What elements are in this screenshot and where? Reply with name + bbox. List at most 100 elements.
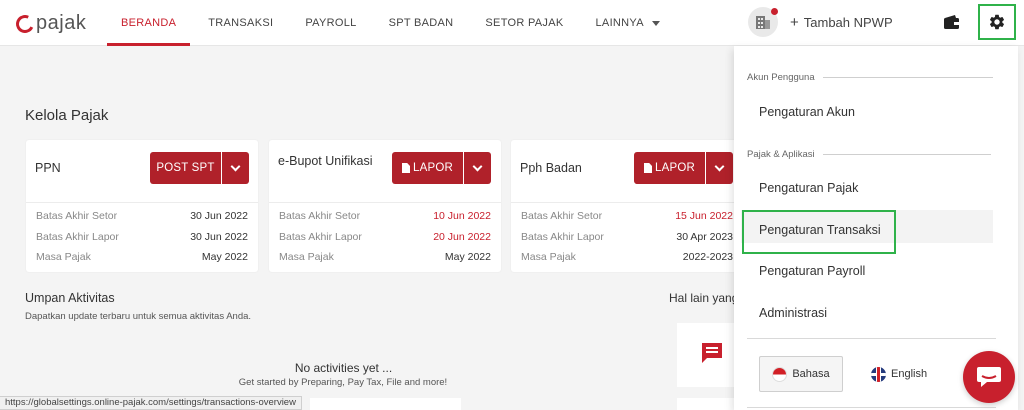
other-card[interactable] xyxy=(677,323,737,387)
group-label: Pajak & Aplikasi xyxy=(747,149,815,160)
nav-item-lainnya[interactable]: LAINNYA xyxy=(580,0,676,46)
chat-bubble-icon xyxy=(977,367,1001,387)
company-switcher[interactable] xyxy=(748,7,778,37)
lapor-button-group: LAPOR xyxy=(392,152,491,184)
settings-button[interactable] xyxy=(978,4,1016,40)
card-placeholder xyxy=(677,398,737,410)
card-row: Batas Akhir Setor 30 Jun 2022 xyxy=(36,210,248,222)
tax-card-title: PPN xyxy=(35,161,61,175)
lapor-dropdown-button[interactable] xyxy=(706,152,733,184)
post-spt-button-group: POST SPT xyxy=(150,152,249,184)
nav-item-payroll[interactable]: PAYROLL xyxy=(289,0,372,46)
menu-item-pengaturan-akun[interactable]: Pengaturan Akun xyxy=(759,105,855,119)
uk-flag-icon xyxy=(871,366,886,382)
add-npwp-button[interactable]: + Tambah NPWP xyxy=(790,14,893,31)
tax-card-title: Pph Badan xyxy=(520,161,582,175)
empty-state-subtitle: Get started by Preparing, Pay Tax, File … xyxy=(238,377,448,388)
row-value: 30 Jun 2022 xyxy=(190,231,248,243)
notification-dot xyxy=(771,8,778,15)
building-icon xyxy=(756,16,770,29)
other-things-title: Hal lain yang xyxy=(669,291,735,305)
menu-group-pajak: Pajak & Aplikasi xyxy=(747,149,991,160)
row-value: May 2022 xyxy=(444,251,491,263)
nav-item-spt-badan[interactable]: SPT BADAN xyxy=(373,0,470,46)
activity-feed-subtitle: Dapatkan update terbaru untuk semua akti… xyxy=(25,311,252,322)
row-label: Batas Akhir Lapor xyxy=(36,231,119,243)
row-value: 15 Jun 2022 xyxy=(675,210,733,222)
chevron-down-icon xyxy=(472,161,483,171)
divider xyxy=(747,407,996,408)
card-row: Batas Akhir Lapor 20 Jun 2022 xyxy=(279,231,491,243)
card-row: Masa Pajak May 2022 xyxy=(36,251,248,263)
chevron-down-icon xyxy=(714,161,725,171)
chevron-down-icon xyxy=(230,161,241,171)
row-label: Masa Pajak xyxy=(36,251,91,263)
language-english-label: English xyxy=(891,368,928,380)
browser-status-url: https://globalsettings.online-pajak.com/… xyxy=(0,396,302,410)
divider xyxy=(511,202,743,203)
language-bahasa-label: Bahasa xyxy=(792,368,830,380)
message-icon xyxy=(702,343,722,363)
group-divider xyxy=(822,77,993,78)
menu-item-pengaturan-payroll[interactable]: Pengaturan Payroll xyxy=(759,264,865,278)
row-value: 30 Jun 2022 xyxy=(190,210,248,222)
main-nav: BERANDA TRANSAKSI PAYROLL SPT BADAN SETO… xyxy=(105,0,676,46)
card-row: Batas Akhir Setor 10 Jun 2022 xyxy=(279,210,491,222)
row-label: Batas Akhir Setor xyxy=(521,210,603,222)
tax-card-title: e-Bupot Unifikasi xyxy=(278,154,373,168)
group-label: Akun Pengguna xyxy=(747,72,815,83)
divider xyxy=(26,202,258,203)
wallet-icon xyxy=(944,15,959,29)
gear-icon xyxy=(989,14,1005,30)
plus-icon: + xyxy=(790,14,799,31)
nav-item-transaksi[interactable]: TRANSAKSI xyxy=(192,0,289,46)
post-spt-dropdown-button[interactable] xyxy=(222,152,249,184)
card-row: Batas Akhir Lapor 30 Apr 2023 xyxy=(521,231,733,243)
language-bahasa-button[interactable]: Bahasa xyxy=(759,356,843,392)
top-navbar: pajak BERANDA TRANSAKSI PAYROLL SPT BADA… xyxy=(0,0,1024,46)
tax-card-ppn: PPN POST SPT Batas Akhir Setor 30 Jun 202… xyxy=(26,140,258,272)
lapor-label: LAPOR xyxy=(413,162,453,174)
row-label: Batas Akhir Lapor xyxy=(521,231,604,243)
chat-support-button[interactable] xyxy=(963,351,1015,403)
card-row: Batas Akhir Setor 15 Jun 2022 xyxy=(521,210,733,222)
group-divider xyxy=(822,154,991,155)
menu-item-pengaturan-pajak[interactable]: Pengaturan Pajak xyxy=(759,181,858,195)
tax-card-pph-badan: Pph Badan LAPOR Batas Akhir Setor 15 Jun … xyxy=(511,140,743,272)
row-value: 20 Jun 2022 xyxy=(433,231,491,243)
row-label: Masa Pajak xyxy=(521,251,576,263)
logo-text: pajak xyxy=(36,12,87,34)
nav-item-lainnya-label: LAINNYA xyxy=(595,17,644,29)
tax-card-ebupot: e-Bupot Unifikasi LAPOR Batas Akhir Seto… xyxy=(269,140,501,272)
menu-item-pengaturan-transaksi[interactable]: Pengaturan Transaksi xyxy=(759,223,881,237)
menu-item-administrasi[interactable]: Administrasi xyxy=(759,306,827,320)
caret-down-icon xyxy=(651,20,660,26)
add-npwp-label: Tambah NPWP xyxy=(803,15,893,30)
lapor-label: LAPOR xyxy=(655,162,695,174)
wallet-button[interactable] xyxy=(943,14,960,35)
online-pajak-logo[interactable]: pajak xyxy=(13,11,87,36)
row-value: 30 Apr 2023 xyxy=(676,231,733,243)
lapor-button[interactable]: LAPOR xyxy=(634,152,705,184)
document-icon xyxy=(402,163,410,173)
divider xyxy=(747,338,996,339)
row-label: Batas Akhir Setor xyxy=(36,210,118,222)
nav-item-setor-pajak[interactable]: SETOR PAJAK xyxy=(469,0,579,46)
card-row: Masa Pajak May 2022 xyxy=(279,251,491,263)
card-placeholder xyxy=(310,398,461,410)
indonesia-flag-icon xyxy=(772,366,788,382)
language-english-button[interactable]: English xyxy=(871,356,927,392)
empty-state-title: No activities yet ... xyxy=(294,361,393,375)
row-label: Masa Pajak xyxy=(279,251,334,263)
row-label: Batas Akhir Setor xyxy=(279,210,361,222)
lapor-dropdown-button[interactable] xyxy=(464,152,491,184)
row-value: 2022-2023 xyxy=(682,251,733,263)
card-row: Batas Akhir Lapor 30 Jun 2022 xyxy=(36,231,248,243)
menu-group-akun: Akun Pengguna xyxy=(747,72,993,83)
nav-item-beranda[interactable]: BERANDA xyxy=(105,0,192,46)
post-spt-button[interactable]: POST SPT xyxy=(150,152,221,184)
row-value: May 2022 xyxy=(201,251,248,263)
lapor-button-group: LAPOR xyxy=(634,152,733,184)
document-icon xyxy=(644,163,652,173)
lapor-button[interactable]: LAPOR xyxy=(392,152,463,184)
